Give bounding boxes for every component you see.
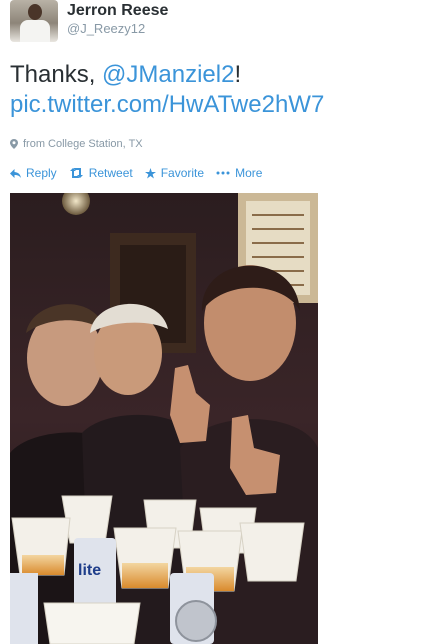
favorite-label: Favorite [160, 166, 205, 180]
user-names: Jerron Reese @J_Reezy12 [67, 2, 168, 37]
can-top [175, 600, 217, 642]
cup-bottom-left [43, 602, 141, 644]
user-screen-name[interactable]: @J_Reezy12 [67, 20, 168, 37]
retweet-label: Retweet [88, 166, 133, 180]
retweet-button[interactable]: Retweet [69, 166, 133, 180]
more-dots-icon [216, 171, 230, 175]
more-button[interactable]: More [216, 166, 262, 180]
reply-icon [10, 168, 21, 178]
reply-button[interactable]: Reply [10, 166, 57, 180]
user-fullname[interactable]: Jerron Reese [67, 2, 168, 20]
tweet-text: Thanks, @JManziel2! pic.twitter.com/HwATw… [10, 60, 414, 120]
retweet-icon [69, 168, 83, 178]
tweet-text-suffix: ! [234, 61, 242, 88]
tweet-header: Jerron Reese @J_Reezy12 [10, 0, 410, 44]
location-text[interactable]: from College Station, TX [23, 138, 143, 150]
can-label: lite [78, 562, 101, 579]
bar-photo-illustration: lite [10, 193, 318, 644]
tweet-location: from College Station, TX [10, 138, 143, 150]
location-pin-icon [10, 139, 18, 149]
tweet-text-prefix: Thanks, [10, 61, 103, 88]
avatar-shirt [20, 20, 50, 42]
avatar[interactable] [10, 0, 58, 42]
star-icon [144, 167, 156, 178]
tweet-actions: Reply Retweet Favorite More [10, 166, 262, 180]
reply-label: Reply [26, 166, 57, 180]
tweet-photo[interactable]: lite [10, 193, 318, 644]
avatar-head [28, 4, 42, 20]
more-label: More [235, 166, 263, 180]
pic-link[interactable]: pic.twitter.com/HwATwe2hW7 [10, 91, 324, 118]
favorite-button[interactable]: Favorite [144, 166, 205, 180]
mention-link[interactable]: @JManziel2 [102, 61, 234, 88]
